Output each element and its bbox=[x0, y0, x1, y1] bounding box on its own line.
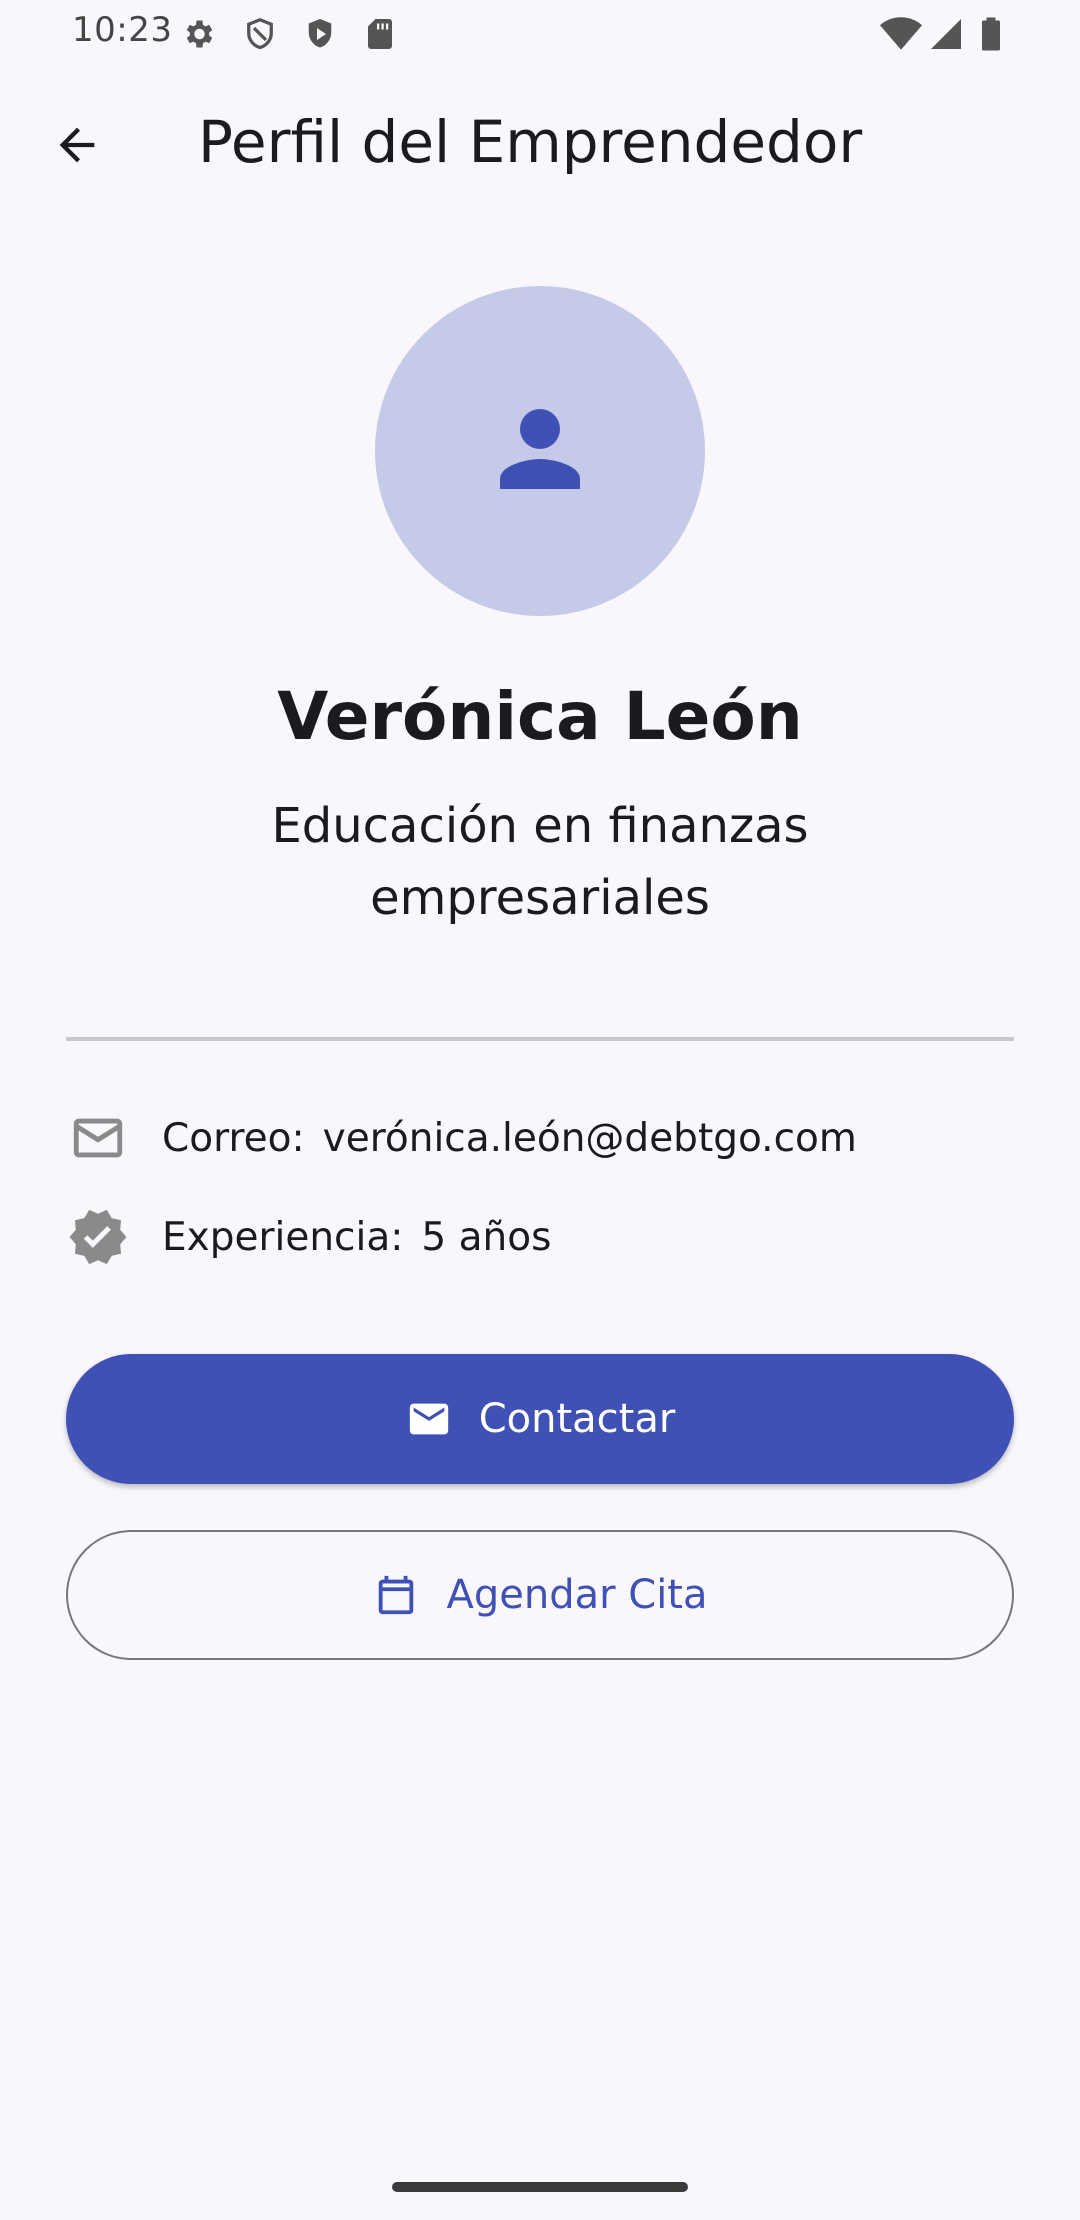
email-label: Correo: bbox=[162, 1115, 305, 1161]
calendar-icon bbox=[372, 1571, 420, 1619]
sd-card-icon bbox=[362, 16, 398, 56]
contact-button-label: Contactar bbox=[478, 1396, 676, 1442]
email-value: verónica.león@debtgo.com bbox=[322, 1115, 857, 1161]
avatar bbox=[375, 286, 705, 616]
person-icon bbox=[480, 389, 600, 513]
signal-icon bbox=[928, 16, 964, 56]
arrow-back-icon bbox=[51, 119, 103, 175]
play-protect-icon bbox=[302, 16, 338, 56]
divider bbox=[66, 1037, 1014, 1041]
contact-button[interactable]: Contactar bbox=[66, 1354, 1014, 1484]
back-button[interactable] bbox=[40, 110, 114, 184]
status-time: 10:23 bbox=[72, 10, 173, 50]
app-bar: Perfil del Emprendedor bbox=[0, 80, 1080, 210]
battery-icon bbox=[978, 16, 1004, 56]
page-title: Perfil del Emprendedor bbox=[198, 108, 863, 176]
wifi-icon bbox=[880, 16, 922, 56]
shield-icon bbox=[242, 16, 278, 56]
schedule-button-label: Agendar Cita bbox=[446, 1572, 708, 1618]
mail-icon bbox=[405, 1395, 453, 1443]
experience-row: Experiencia: 5 años bbox=[66, 1202, 1014, 1272]
verified-badge-icon bbox=[66, 1205, 130, 1269]
settings-icon bbox=[180, 16, 216, 56]
mail-outline-icon bbox=[66, 1106, 130, 1170]
profile-name: Verónica León bbox=[277, 678, 803, 755]
experience-label: Experiencia: bbox=[162, 1214, 404, 1260]
profile-specialty: Educación en finanzas empresariales bbox=[271, 798, 809, 926]
status-bar: 10:23 bbox=[0, 0, 1080, 64]
email-row: Correo: verónica.león@debtgo.com bbox=[66, 1103, 1014, 1173]
home-indicator[interactable] bbox=[392, 2182, 688, 2192]
schedule-appointment-button[interactable]: Agendar Cita bbox=[66, 1530, 1014, 1660]
experience-value: 5 años bbox=[421, 1214, 552, 1260]
